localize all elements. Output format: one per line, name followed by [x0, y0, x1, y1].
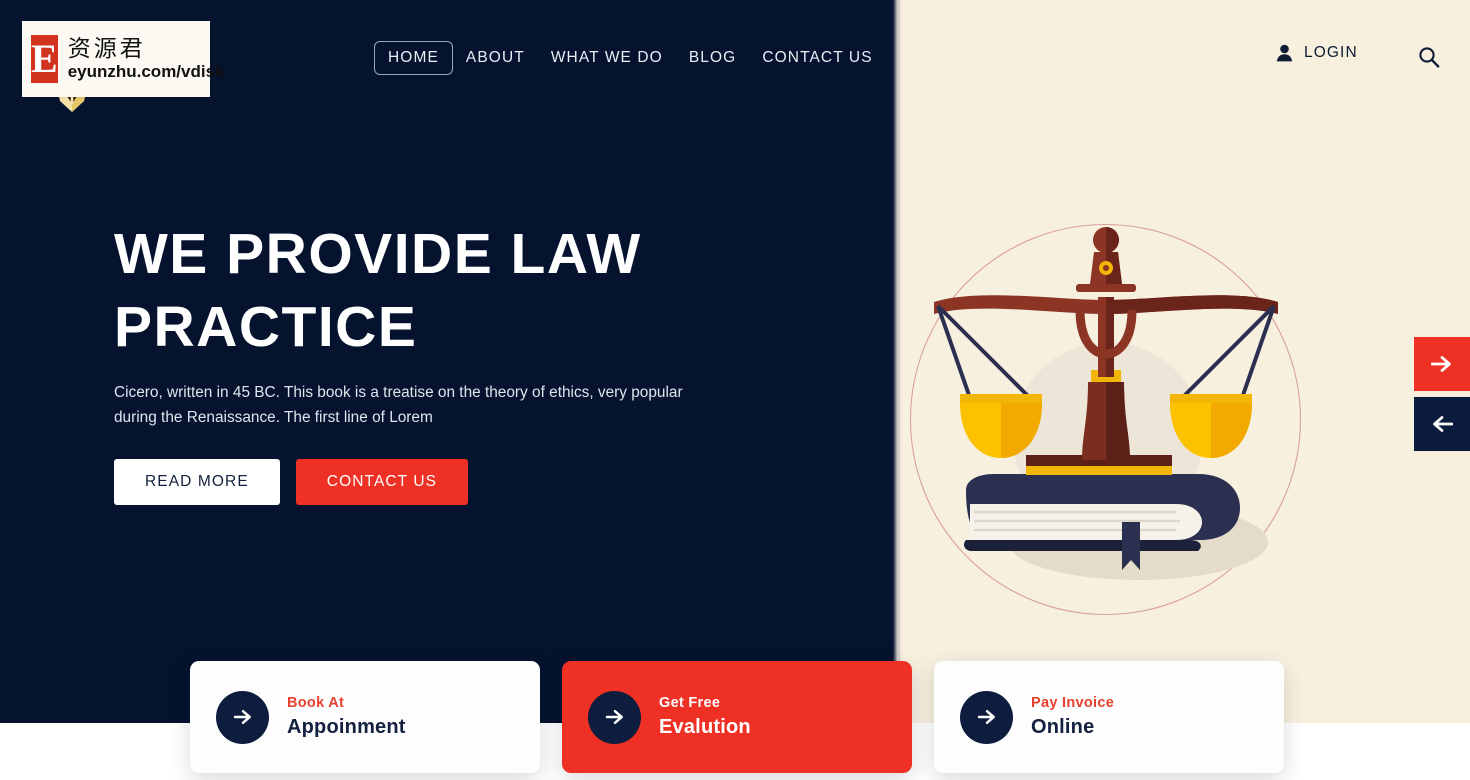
- card-icon-circle: [216, 690, 269, 744]
- hero-actions: READ MORE CONTACT US: [114, 459, 469, 505]
- card-icon-circle: [960, 690, 1013, 744]
- nav-item-what-we-do[interactable]: WHAT WE DO: [538, 41, 676, 75]
- user-icon: [1276, 44, 1293, 62]
- search-icon[interactable]: [1418, 46, 1440, 68]
- nav-item-about[interactable]: ABOUT: [453, 41, 538, 75]
- main-navigation: HOME ABOUT WHAT WE DO BLOG CONTACT US: [374, 41, 886, 75]
- card-title: Appoinment: [287, 716, 406, 738]
- watermark-badge: E: [28, 32, 61, 86]
- slider-prev-button[interactable]: [1414, 397, 1470, 451]
- nav-item-home[interactable]: HOME: [374, 41, 453, 75]
- site-logo[interactable]: E 资源君 eyunzhu.com/vdisk: [22, 14, 225, 112]
- contact-us-button[interactable]: CONTACT US: [295, 459, 469, 505]
- card-subtitle: Get Free: [659, 695, 721, 711]
- slider-next-button[interactable]: [1414, 337, 1470, 391]
- card-title: Evalution: [659, 716, 751, 738]
- site-header: E 资源君 eyunzhu.com/vdisk HOME ABOUT WHAT …: [0, 0, 1470, 116]
- arrow-right-icon: [977, 709, 995, 725]
- feature-cards: Book At Appoinment Get Free Evalution Pa…: [190, 661, 1284, 773]
- arrow-right-icon: [605, 709, 623, 725]
- watermark-text: 资源君 eyunzhu.com/vdisk: [67, 35, 225, 82]
- nav-item-contact-us[interactable]: CONTACT US: [749, 41, 885, 75]
- watermark-badge-letter: E: [31, 36, 58, 81]
- login-button[interactable]: LOGIN: [1276, 44, 1358, 62]
- nav-item-blog[interactable]: BLOG: [676, 41, 749, 75]
- arrow-left-icon: [1433, 416, 1453, 432]
- card-text: Get Free Evalution: [659, 695, 751, 739]
- card-title: Online: [1031, 716, 1095, 738]
- card-subtitle: Pay Invoice: [1031, 695, 1115, 711]
- hero-description: Cicero, written in 45 BC. This book is a…: [114, 384, 683, 426]
- arrow-right-icon: [233, 709, 251, 725]
- card-pay-invoice-online[interactable]: Pay Invoice Online: [934, 661, 1284, 773]
- read-more-button[interactable]: READ MORE: [114, 459, 280, 505]
- scales-of-justice-illustration: [909, 223, 1302, 616]
- watermark-chinese: 资源君: [67, 35, 146, 62]
- card-icon-circle: [588, 690, 641, 744]
- watermark-url: eyunzhu.com/vdisk: [67, 61, 225, 81]
- hero-title: WE PROVIDE LAW PRACTICE: [114, 222, 642, 359]
- watermark-overlay: E 资源君 eyunzhu.com/vdisk: [22, 21, 225, 97]
- card-subtitle: Book At: [287, 695, 345, 711]
- page-root: E 资源君 eyunzhu.com/vdisk HOME ABOUT WHAT …: [0, 0, 1470, 780]
- login-label: LOGIN: [1304, 44, 1358, 61]
- card-text: Pay Invoice Online: [1031, 695, 1114, 739]
- card-book-appointment[interactable]: Book At Appoinment: [190, 661, 540, 773]
- card-get-free-evaluation[interactable]: Get Free Evalution: [562, 661, 912, 773]
- slider-controls: [1414, 337, 1470, 451]
- arrow-right-icon: [1431, 356, 1451, 372]
- card-text: Book At Appoinment: [287, 695, 406, 739]
